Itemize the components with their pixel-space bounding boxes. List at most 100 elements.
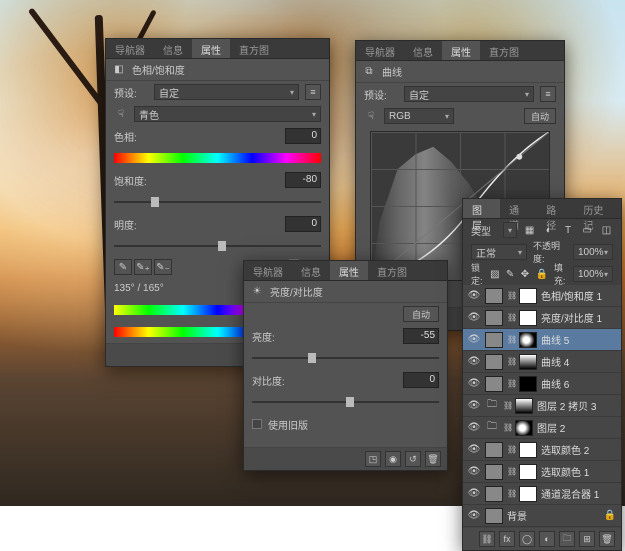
visibility-icon[interactable]: 👁 <box>467 311 481 325</box>
visibility-icon[interactable]: 👁 <box>467 509 481 523</box>
link-icon[interactable]: ⛓ <box>507 467 515 476</box>
tab-properties[interactable]: 属性 <box>442 41 480 60</box>
mask-thumbnail[interactable] <box>519 376 537 392</box>
mask-thumbnail[interactable] <box>519 442 537 458</box>
eyedropper-sub-icon[interactable]: ✎₋ <box>154 259 172 275</box>
visibility-icon[interactable]: ◉ <box>385 451 401 467</box>
tab-navigator[interactable]: 导航器 <box>244 261 292 280</box>
channel-select[interactable]: RGB <box>384 108 454 124</box>
add-mask-icon[interactable]: ◯ <box>519 531 535 547</box>
tab-info[interactable]: 信息 <box>154 39 192 58</box>
layer-row[interactable]: 👁 ⛓ 选取颜色 1 <box>463 461 621 483</box>
tab-navigator[interactable]: 导航器 <box>356 41 404 60</box>
mask-thumbnail[interactable] <box>519 354 537 370</box>
layer-thumbnail[interactable] <box>485 332 503 348</box>
lightness-input[interactable]: 0 <box>285 216 321 232</box>
tab-layers[interactable]: 图层 <box>463 199 500 218</box>
layer-thumbnail[interactable] <box>485 354 503 370</box>
tab-history[interactable]: 历史记 <box>574 199 621 218</box>
tab-histogram[interactable]: 直方图 <box>368 261 416 280</box>
layer-thumbnail[interactable] <box>485 442 503 458</box>
layer-row[interactable]: 👁⛓选取颜色 2 <box>463 439 621 461</box>
link-icon[interactable]: ⛓ <box>507 291 515 300</box>
visibility-icon[interactable]: 👁 <box>467 421 481 435</box>
lock-position-icon[interactable]: ✥ <box>521 267 530 281</box>
filter-shape-icon[interactable]: ▭ <box>581 223 594 237</box>
new-adjustment-icon[interactable]: ◐ <box>539 531 555 547</box>
contrast-slider[interactable] <box>252 395 439 409</box>
layer-name[interactable]: 曲线 4 <box>541 354 617 369</box>
mask-thumbnail[interactable] <box>519 486 537 502</box>
layer-row[interactable]: 👁 ⛓ 色相/饱和度 1 <box>463 285 621 307</box>
kind-select[interactable] <box>503 222 517 238</box>
filter-smart-icon[interactable]: ◫ <box>600 223 613 237</box>
tab-histogram[interactable]: 直方图 <box>480 41 528 60</box>
visibility-icon[interactable]: 👁 <box>467 289 481 303</box>
link-icon[interactable]: ⛓ <box>507 489 515 498</box>
mask-thumbnail[interactable] <box>519 332 537 348</box>
visibility-icon[interactable]: 👁 <box>467 355 481 369</box>
contrast-input[interactable]: 0 <box>403 372 439 388</box>
layer-row[interactable]: 👁⛓亮度/对比度 1 <box>463 307 621 329</box>
opacity-select[interactable]: 100% <box>573 244 613 260</box>
auto-button[interactable]: 自动 <box>403 306 439 322</box>
layer-thumbnail[interactable] <box>485 288 503 304</box>
layer-style-icon[interactable]: fx <box>499 531 515 547</box>
link-layers-icon[interactable]: ⛓ <box>479 531 495 547</box>
visibility-icon[interactable]: 👁 <box>467 443 481 457</box>
layer-row[interactable]: 👁🗀⛓图层 2 拷贝 3 <box>463 395 621 417</box>
layer-name[interactable]: 选取颜色 1 <box>541 464 617 479</box>
layer-thumbnail[interactable] <box>485 508 503 524</box>
brightness-input[interactable]: -55 <box>403 328 439 344</box>
visibility-icon[interactable]: 👁 <box>467 465 481 479</box>
layer-name[interactable]: 色相/饱和度 1 <box>541 288 617 303</box>
tab-info[interactable]: 信息 <box>292 261 330 280</box>
layer-name[interactable]: 曲线 5 <box>541 332 617 347</box>
visibility-icon[interactable]: 👁 <box>467 333 481 347</box>
mask-thumbnail[interactable] <box>519 464 537 480</box>
layer-name[interactable]: 亮度/对比度 1 <box>541 310 617 325</box>
layer-thumbnail[interactable] <box>485 310 503 326</box>
filter-type-icon[interactable]: T <box>561 223 574 237</box>
blend-mode-select[interactable]: 正常 <box>471 244 527 260</box>
target-adjust-icon[interactable]: ☟ <box>364 109 378 123</box>
mask-thumbnail[interactable] <box>515 420 533 436</box>
layer-row[interactable]: 👁 ⛓ 曲线 4 <box>463 351 621 373</box>
tab-properties[interactable]: 属性 <box>192 39 230 58</box>
layer-thumbnail[interactable] <box>485 376 503 392</box>
reset-icon[interactable]: ↺ <box>405 451 421 467</box>
clip-icon[interactable]: ◳ <box>365 451 381 467</box>
link-icon[interactable]: ⛓ <box>503 423 511 432</box>
mask-thumbnail[interactable] <box>519 288 537 304</box>
layer-name[interactable]: 图层 2 拷贝 3 <box>537 398 617 413</box>
filter-adjust-icon[interactable]: ◐ <box>542 223 555 237</box>
mask-thumbnail[interactable] <box>519 310 537 326</box>
lock-transparency-icon[interactable]: ▨ <box>490 267 499 281</box>
new-layer-icon[interactable]: ⊞ <box>579 531 595 547</box>
tab-info[interactable]: 信息 <box>404 41 442 60</box>
link-icon[interactable]: ⛓ <box>507 357 515 366</box>
channel-select[interactable]: 青色 <box>134 106 321 122</box>
visibility-icon[interactable]: 👁 <box>467 399 481 413</box>
layer-name[interactable]: 曲线 6 <box>541 376 617 391</box>
layer-name[interactable]: 图层 2 <box>537 420 617 435</box>
target-adjust-icon[interactable]: ☟ <box>114 107 128 121</box>
eyedropper-add-icon[interactable]: ✎₊ <box>134 259 152 275</box>
delete-layer-icon[interactable]: 🗑 <box>599 531 615 547</box>
preset-select[interactable]: 自定 <box>154 84 299 100</box>
layer-row[interactable]: 👁背景🔒 <box>463 505 621 527</box>
layers-panel[interactable]: 图层 通道 路径 历史记 类型 ▦ ◐ T ▭ ◫ 正常 不透明度: 100% … <box>462 198 622 551</box>
fill-select[interactable]: 100% <box>573 266 613 282</box>
link-icon[interactable]: ⛓ <box>507 445 515 454</box>
lock-pixels-icon[interactable]: ✎ <box>506 267 515 281</box>
auto-button[interactable]: 自动 <box>524 108 556 124</box>
hue-input[interactable]: 0 <box>285 128 321 144</box>
eyedropper-icon[interactable]: ✎ <box>114 259 132 275</box>
preset-menu-icon[interactable]: ≡ <box>540 86 556 102</box>
brightness-slider[interactable] <box>252 351 439 365</box>
saturation-slider[interactable] <box>114 195 321 209</box>
tab-paths[interactable]: 路径 <box>537 199 574 218</box>
layer-name[interactable]: 背景 <box>507 508 599 523</box>
filter-pixel-icon[interactable]: ▦ <box>523 223 536 237</box>
layer-row[interactable]: 👁⛓曲线 6 <box>463 373 621 395</box>
